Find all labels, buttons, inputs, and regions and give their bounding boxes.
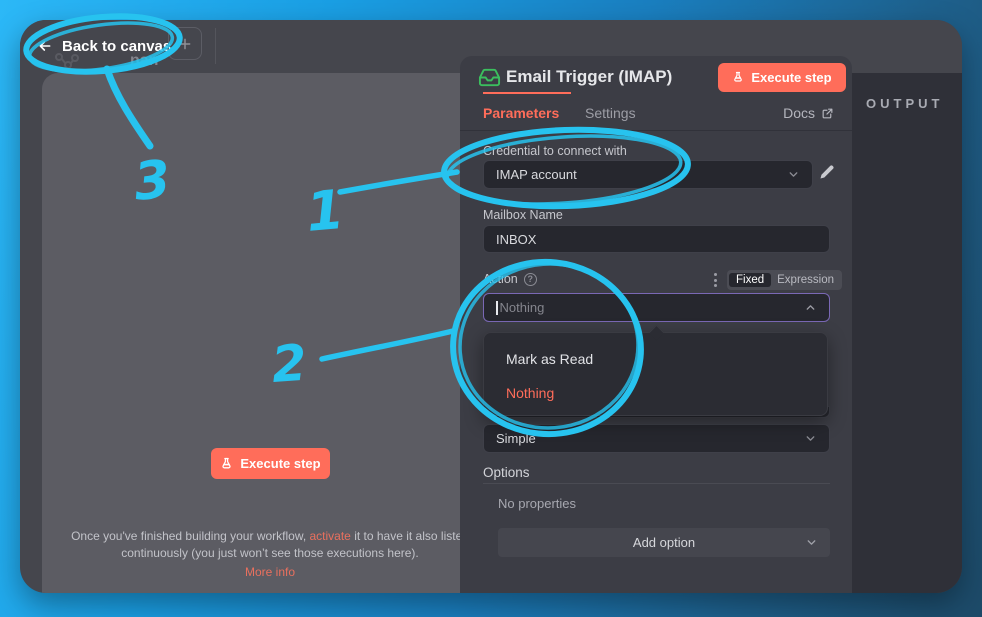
- execute-step-label: Execute step: [751, 70, 831, 85]
- credential-select[interactable]: IMAP account: [483, 160, 813, 189]
- tabs-row: Parameters Settings Docs: [460, 102, 852, 130]
- chevron-down-icon: [804, 432, 817, 445]
- docs-label: Docs: [783, 105, 815, 121]
- activation-note: Once you've finished building your workf…: [70, 528, 470, 581]
- tabs-divider: [460, 130, 852, 131]
- action-dropdown-menu: Mark as Read Nothing: [483, 332, 828, 416]
- action-label-row: Action ?: [483, 272, 537, 286]
- mailbox-value: INBOX: [496, 232, 536, 247]
- docs-link[interactable]: Docs: [783, 105, 834, 121]
- add-option-button[interactable]: Add option: [498, 528, 830, 557]
- credential-label: Credential to connect with: [483, 144, 627, 158]
- back-to-canvas-label: Back to canvas: [62, 38, 171, 55]
- dropdown-caret: [649, 325, 665, 341]
- external-link-icon: [821, 107, 834, 120]
- node-detail-panel: Email Trigger (IMAP) Execute step Parame…: [460, 56, 852, 593]
- execute-step-button-canvas[interactable]: Execute step: [211, 448, 330, 479]
- execute-step-label: Execute step: [240, 456, 320, 471]
- add-option-label: Add option: [633, 535, 695, 550]
- back-to-canvas-button[interactable]: Back to canvas: [36, 32, 171, 60]
- screenshot-stage: nan Back to canvas Execute s: [0, 0, 982, 617]
- action-value: Nothing: [500, 300, 545, 315]
- options-divider: [483, 483, 830, 484]
- topbar-divider: [215, 28, 216, 64]
- pencil-icon: [818, 164, 835, 181]
- add-tab-button[interactable]: [168, 27, 202, 60]
- more-info-link[interactable]: More info: [70, 564, 470, 581]
- note-text-before: Once you've finished building your workf…: [71, 529, 309, 543]
- node-title: Email Trigger (IMAP): [506, 67, 672, 87]
- no-properties-text: No properties: [498, 496, 576, 511]
- ndv-output-panel: OUTPUT: [852, 73, 962, 593]
- dropdown-option-mark-as-read[interactable]: Mark as Read: [506, 351, 593, 367]
- edit-credential-button[interactable]: [818, 164, 835, 186]
- options-section-label: Options: [483, 465, 530, 480]
- activate-link[interactable]: activate: [310, 529, 351, 543]
- toggle-fixed[interactable]: Fixed: [729, 273, 771, 287]
- action-controls: Fixed Expression: [712, 270, 842, 290]
- dropdown-option-nothing[interactable]: Nothing: [506, 385, 554, 401]
- toggle-expression[interactable]: Expression: [771, 273, 840, 287]
- app-window: nan Back to canvas Execute s: [20, 20, 962, 593]
- fixed-expression-toggle[interactable]: Fixed Expression: [727, 270, 842, 290]
- mailbox-label: Mailbox Name: [483, 208, 563, 222]
- back-arrow-icon: [36, 38, 54, 54]
- chevron-down-icon: [805, 536, 818, 549]
- imap-inbox-icon: [478, 66, 501, 94]
- output-panel-label: OUTPUT: [866, 96, 943, 111]
- credential-value: IMAP account: [496, 167, 577, 182]
- execute-step-button-panel[interactable]: Execute step: [718, 63, 846, 92]
- text-cursor: [496, 301, 498, 315]
- format-value: Simple: [496, 431, 536, 446]
- plus-icon: [177, 36, 193, 52]
- tab-settings[interactable]: Settings: [585, 105, 636, 121]
- active-tab-underline: [483, 92, 571, 94]
- action-select[interactable]: Nothing: [483, 293, 830, 322]
- mailbox-input[interactable]: INBOX: [483, 225, 830, 253]
- flask-icon: [220, 457, 233, 471]
- help-icon[interactable]: ?: [524, 273, 537, 286]
- tab-parameters[interactable]: Parameters: [483, 105, 559, 121]
- chevron-down-icon: [787, 168, 800, 181]
- action-label: Action: [483, 272, 518, 286]
- chevron-up-icon: [804, 301, 817, 314]
- flask-icon: [732, 71, 744, 84]
- format-select[interactable]: Simple: [483, 424, 830, 453]
- kebab-menu-icon[interactable]: [712, 271, 719, 289]
